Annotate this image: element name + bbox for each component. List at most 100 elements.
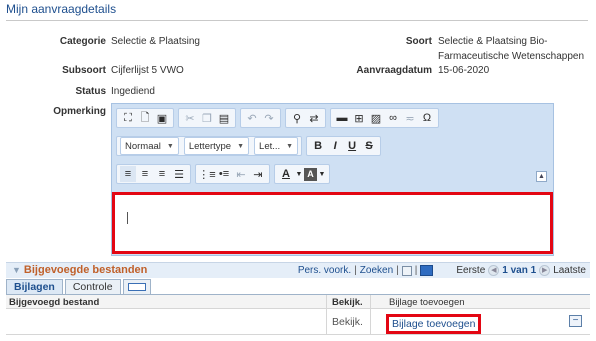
grid-tabs: Bijlagen Controle: [6, 279, 151, 294]
previous-icon[interactable]: ◀: [488, 265, 500, 276]
font-select-value: Lettertype: [188, 140, 232, 152]
text-caret: [127, 212, 128, 224]
collapse-toolbar-button[interactable]: ▲: [536, 171, 547, 182]
toolbar-group-document: ⛶ 🗋 ▣: [116, 108, 174, 128]
separator: |: [396, 265, 399, 276]
redo-icon[interactable]: ↷: [261, 110, 277, 126]
first-link[interactable]: Eerste: [456, 265, 485, 276]
attachments-title-text: Bijgevoegde bestanden: [23, 264, 148, 276]
view-all-icon[interactable]: [401, 265, 412, 276]
next-icon[interactable]: ▶: [539, 265, 551, 276]
bold-icon[interactable]: B: [310, 138, 326, 154]
bg-color-icon[interactable]: A: [304, 167, 317, 181]
maximize-icon[interactable]: ⛶: [120, 110, 136, 126]
format-select-value: Normaal: [125, 140, 161, 152]
rich-text-editor: ⛶ 🗋 ▣ ✂ ❐ ▤ ↶ ↷ ⚲ ⇄ ▬ ⊞ ▨ ∞ ≂ Ω Normaal …: [111, 103, 554, 256]
column-divider: [370, 295, 371, 308]
grid-header-row: Bijgevoegd bestand Bekijk. Bijlage toevo…: [6, 295, 590, 309]
column-header-toevoegen[interactable]: Bijlage toevoegen: [389, 297, 465, 308]
status-label: Status: [75, 86, 106, 97]
cut-icon[interactable]: ✂: [182, 110, 198, 126]
add-attachment-link[interactable]: Bijlage toevoegen: [386, 314, 482, 334]
status-value: Ingediend: [111, 86, 155, 97]
column-divider: [326, 309, 327, 334]
chevron-down-icon[interactable]: ▼: [318, 166, 326, 182]
link-icon[interactable]: ∞: [385, 110, 401, 126]
soort-value-line2: Farmaceutische Wetenschappen: [438, 51, 585, 62]
chevron-down-icon[interactable]: ▼: [295, 166, 303, 182]
collapse-triangle-icon[interactable]: ▼: [12, 265, 21, 275]
search-link[interactable]: Zoeken: [360, 265, 393, 276]
download-icon[interactable]: [420, 265, 434, 276]
chevron-down-icon: ▼: [237, 142, 245, 150]
table-row: Bekijk. Bijlage toevoegen −: [6, 309, 590, 335]
opmerking-label: Opmerking: [53, 106, 106, 117]
personalize-link[interactable]: Pers. voork.: [298, 265, 351, 276]
align-left-icon[interactable]: ≡: [120, 166, 136, 182]
outdent-icon[interactable]: ⇤: [233, 166, 249, 182]
underline-icon[interactable]: U: [344, 138, 360, 154]
editor-text-area[interactable]: [112, 192, 553, 254]
numbered-list-icon[interactable]: ⋮≡: [198, 166, 215, 182]
print-icon[interactable]: ▣: [154, 110, 170, 126]
last-link[interactable]: Laatste: [553, 265, 586, 276]
attachments-section-title[interactable]: ▼ Bijgevoegde bestanden: [12, 264, 147, 276]
paste-icon[interactable]: ▤: [216, 110, 232, 126]
table-icon[interactable]: ⊞: [351, 110, 367, 126]
soort-value-line1: Selectie & Plaatsing Bio-: [438, 36, 548, 47]
separator: |: [414, 265, 418, 276]
show-all-columns-icon[interactable]: [122, 279, 151, 294]
special-char-icon[interactable]: Ω: [419, 110, 435, 126]
page-title: Mijn aanvraagdetails: [6, 2, 117, 16]
undo-icon[interactable]: ↶: [244, 110, 260, 126]
aanvraagdatum-value: 15-06-2020: [438, 65, 490, 76]
column-header-bekijk[interactable]: Bekijk.: [332, 297, 363, 308]
preview-icon[interactable]: 🗋: [137, 110, 153, 126]
replace-icon[interactable]: ⇄: [306, 110, 322, 126]
toolbar-group-basic-styles: B I U S: [306, 136, 382, 156]
title-divider: [6, 20, 588, 21]
strike-icon[interactable]: S: [361, 138, 377, 154]
tab-bijlagen[interactable]: Bijlagen: [6, 279, 63, 294]
image-icon[interactable]: ▨: [368, 110, 384, 126]
attachments-grid-header: ▼ Bijgevoegde bestanden Pers. voork. | Zo…: [6, 262, 590, 278]
format-select[interactable]: Normaal ▼: [120, 137, 179, 155]
column-header-bestand[interactable]: Bijgevoegd bestand: [9, 297, 99, 308]
copy-icon[interactable]: ❐: [199, 110, 215, 126]
toolbar-group-insert: ▬ ⊞ ▨ ∞ ≂ Ω: [330, 108, 439, 128]
attachments-grid: Bijgevoegd bestand Bekijk. Bijlage toevo…: [6, 294, 590, 335]
categorie-value: Selectie & Plaatsing: [111, 36, 200, 47]
grid-navigation: Pers. voork. | Zoeken | | Eerste ◀ 1 van…: [298, 265, 586, 276]
column-divider: [326, 295, 327, 308]
toolbar-row-2: Normaal ▼ Lettertype ▼ Let... ▼ B I U S: [116, 136, 385, 156]
indent-icon[interactable]: ⇥: [250, 166, 266, 182]
bullet-list-icon[interactable]: •≡: [216, 166, 232, 182]
delete-row-button[interactable]: −: [569, 315, 582, 327]
toolbar-group-colors: A ▼ A ▼: [274, 164, 330, 184]
subsoort-value: Cijferlijst 5 VWO: [111, 65, 184, 76]
column-divider: [370, 309, 371, 334]
size-select-value: Let...: [259, 140, 281, 152]
align-right-icon[interactable]: ≡: [154, 166, 170, 182]
find-icon[interactable]: ⚲: [289, 110, 305, 126]
size-select[interactable]: Let... ▼: [254, 137, 299, 155]
toolbar-row-3: ≡ ≡ ≡ ☰ ⋮≡ •≡ ⇤ ⇥ A ▼ A ▼: [116, 164, 334, 184]
separator: |: [354, 265, 357, 276]
horizontal-rule-icon[interactable]: ▬: [334, 110, 350, 126]
justify-icon[interactable]: ☰: [171, 166, 187, 182]
toolbar-group-clipboard: ✂ ❐ ▤: [178, 108, 236, 128]
font-select[interactable]: Lettertype ▼: [183, 137, 250, 155]
cell-bekijk[interactable]: Bekijk.: [332, 316, 363, 328]
text-color-icon[interactable]: A: [278, 166, 294, 182]
toolbar-group-find: ⚲ ⇄: [285, 108, 326, 128]
categorie-label: Categorie: [59, 36, 106, 47]
unlink-icon[interactable]: ≂: [402, 110, 418, 126]
italic-icon[interactable]: I: [327, 138, 343, 154]
align-center-icon[interactable]: ≡: [137, 166, 153, 182]
aanvraagdatum-label: Aanvraagdatum: [356, 65, 432, 76]
page-range: 1 van 1: [502, 265, 537, 276]
chevron-down-icon: ▼: [166, 142, 174, 150]
tab-controle[interactable]: Controle: [64, 279, 121, 294]
toolbar-row-1: ⛶ 🗋 ▣ ✂ ❐ ▤ ↶ ↷ ⚲ ⇄ ▬ ⊞ ▨ ∞ ≂ Ω: [116, 108, 443, 128]
soort-label: Soort: [405, 36, 432, 47]
